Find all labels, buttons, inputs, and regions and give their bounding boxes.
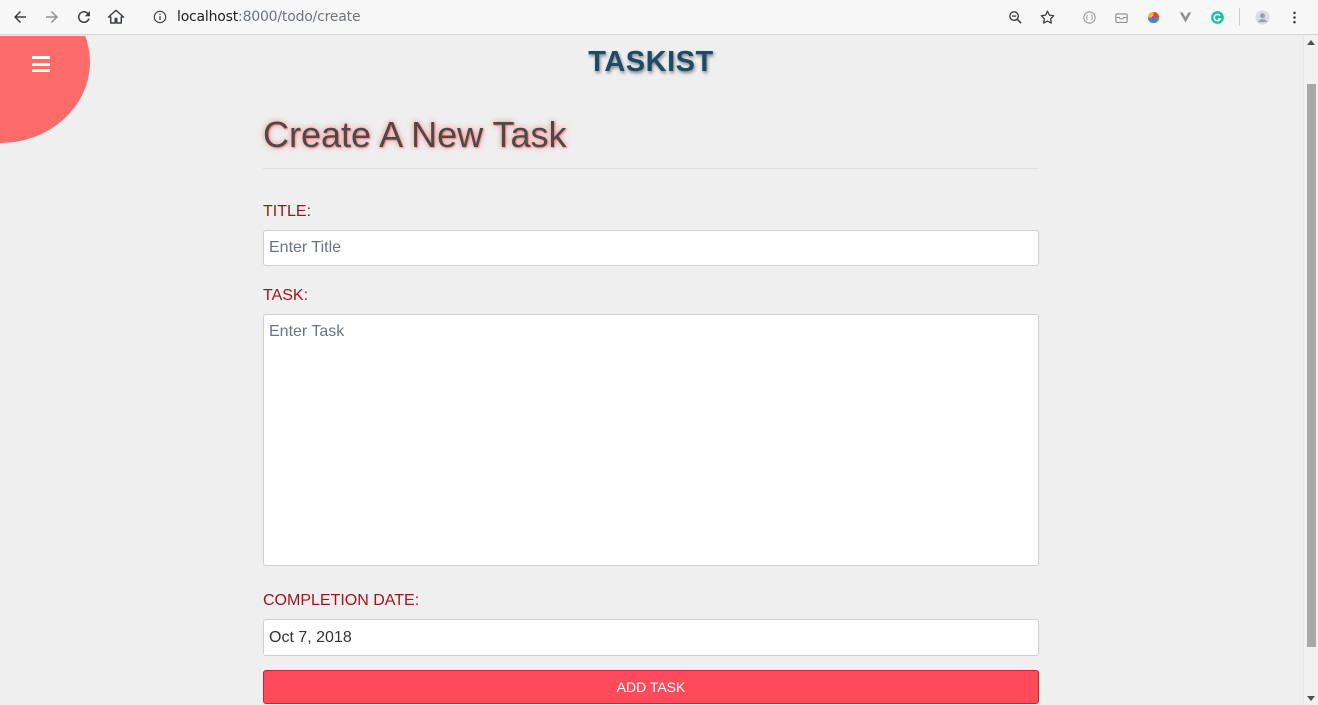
scroll-up-arrow-icon[interactable] xyxy=(1307,40,1315,45)
back-button[interactable] xyxy=(4,1,36,33)
page-scrollbar[interactable] xyxy=(1303,36,1318,705)
arrow-left-icon xyxy=(14,11,26,23)
extension-button-3[interactable] xyxy=(1137,1,1169,33)
reload-icon xyxy=(77,11,90,24)
title-input[interactable] xyxy=(263,230,1039,266)
completion-date-label: COMPLETION DATE: xyxy=(263,592,420,609)
kebab-menu-icon xyxy=(1292,11,1296,23)
url-path: :8000/todo/create xyxy=(238,9,361,25)
extension-circle-icon xyxy=(1082,10,1096,24)
menu-button[interactable] xyxy=(1278,1,1310,33)
address-bar[interactable]: localhost:8000/todo/create xyxy=(152,3,999,31)
profile-button[interactable] xyxy=(1246,1,1278,33)
grammarly-button[interactable] xyxy=(1201,1,1233,33)
home-button[interactable] xyxy=(100,1,132,33)
reload-button[interactable] xyxy=(68,1,100,33)
zoom-out-icon xyxy=(1008,10,1022,24)
extension-button-2[interactable] xyxy=(1105,1,1137,33)
arrow-right-icon xyxy=(46,11,58,23)
add-task-button[interactable]: ADD TASK xyxy=(263,670,1039,704)
brand-title[interactable]: TASKIST xyxy=(0,46,1302,79)
browser-toolbar: localhost:8000/todo/create xyxy=(0,0,1318,35)
toolbar-divider xyxy=(1239,8,1240,26)
home-icon xyxy=(107,9,125,24)
scroll-down-arrow-icon[interactable] xyxy=(1307,696,1315,701)
zoom-button[interactable] xyxy=(999,1,1031,33)
page-title: Create A New Task xyxy=(263,114,567,155)
color-wheel-icon xyxy=(1147,11,1159,23)
extension-button-1[interactable] xyxy=(1073,1,1105,33)
extension-inbox-icon xyxy=(1114,12,1128,23)
vue-devtools-icon xyxy=(1179,12,1191,22)
forward-button[interactable] xyxy=(36,1,68,33)
avatar-icon xyxy=(1254,9,1270,25)
info-icon[interactable] xyxy=(152,9,168,25)
bookmark-button[interactable] xyxy=(1031,1,1063,33)
completion-date-input[interactable]: Oct 7, 2018 xyxy=(263,619,1039,656)
extension-button-4[interactable] xyxy=(1169,1,1201,33)
grammarly-icon xyxy=(1210,10,1224,24)
star-icon xyxy=(1040,9,1054,24)
scroll-thumb[interactable] xyxy=(1307,84,1316,647)
task-textarea[interactable] xyxy=(263,314,1039,566)
url-host: localhost xyxy=(177,9,239,25)
create-task-form: Create A New Task TITLE: TASK: COMPLETIO… xyxy=(263,113,1039,704)
title-label: TITLE: xyxy=(263,203,312,220)
task-label: TASK: xyxy=(263,287,309,304)
url-text: localhost:8000/todo/create xyxy=(177,9,361,25)
heading-divider xyxy=(263,168,1039,169)
page-viewport: TASKIST Create A New Task TITLE: TASK: C… xyxy=(0,36,1303,705)
